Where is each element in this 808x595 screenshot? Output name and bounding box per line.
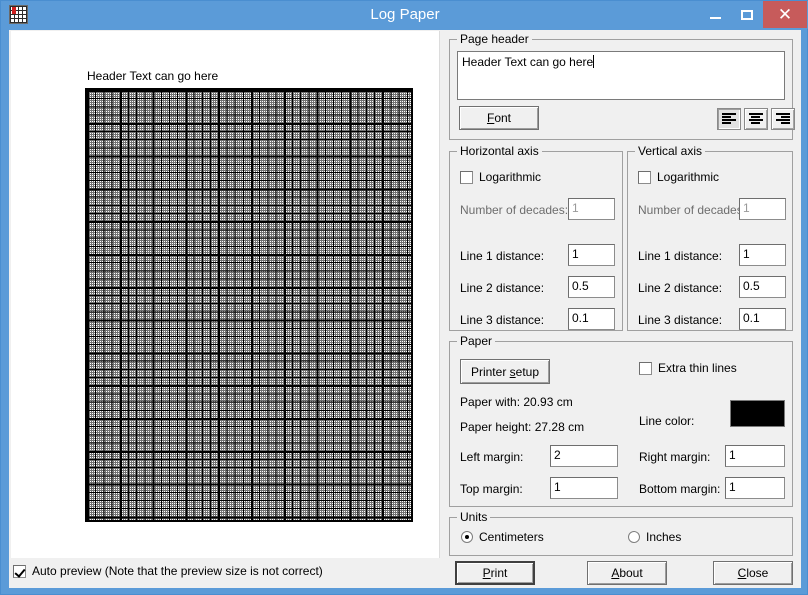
vertical-line3-label: Line 3 distance: bbox=[638, 313, 723, 327]
align-left-button[interactable] bbox=[717, 108, 741, 130]
horizontal-decades-label: Number of decades: bbox=[460, 203, 569, 217]
auto-preview-checkbox[interactable] bbox=[13, 564, 26, 578]
horizontal-decades-input[interactable]: 1 bbox=[568, 198, 615, 220]
minimize-button[interactable] bbox=[701, 1, 730, 28]
horizontal-line1-input[interactable]: 1 bbox=[568, 244, 615, 266]
print-accel: P bbox=[482, 566, 491, 580]
printer-setup-button[interactable]: Printer setup bbox=[460, 359, 550, 384]
page-header-text-value: Header Text can go here bbox=[462, 55, 594, 69]
inches-radio[interactable] bbox=[628, 531, 640, 543]
horizontal-logarithmic-row[interactable]: Logarithmic bbox=[460, 170, 541, 184]
bottom-margin-label: Bottom margin: bbox=[639, 482, 721, 496]
horizontal-axis-legend: Horizontal axis bbox=[457, 144, 542, 158]
right-margin-label: Right margin: bbox=[639, 450, 711, 464]
close-icon: ✕ bbox=[777, 5, 793, 24]
page-header-group: Page header Header Text can go here Font bbox=[449, 32, 795, 140]
left-margin-label: Left margin: bbox=[460, 450, 524, 464]
align-right-button[interactable] bbox=[771, 108, 795, 130]
paper-height-text: Paper height: 27.28 cm bbox=[460, 420, 585, 434]
align-center-button[interactable] bbox=[744, 108, 768, 130]
vertical-logarithmic-label: Logarithmic bbox=[657, 170, 720, 184]
close-button[interactable]: Close bbox=[713, 561, 793, 585]
right-margin-input[interactable]: 1 bbox=[725, 445, 785, 467]
vertical-line3-input[interactable]: 0.1 bbox=[739, 308, 786, 330]
grid-paper-preview bbox=[85, 88, 413, 522]
vertical-decades-input[interactable]: 1 bbox=[739, 198, 786, 220]
about-button[interactable]: About bbox=[587, 561, 667, 585]
units-legend: Units bbox=[457, 510, 491, 524]
print-rest: rint bbox=[490, 566, 508, 580]
minimize-icon bbox=[710, 16, 721, 19]
line-color-label: Line color: bbox=[639, 414, 695, 428]
horizontal-line3-input[interactable]: 0.1 bbox=[568, 308, 615, 330]
centimeters-radio[interactable] bbox=[461, 531, 473, 543]
align-right-icon bbox=[776, 113, 790, 125]
top-margin-label: Top margin: bbox=[460, 482, 523, 496]
preview-pane: Header Text can go here bbox=[11, 31, 440, 558]
horizontal-logarithmic-checkbox[interactable] bbox=[460, 170, 473, 184]
page-header-legend: Page header bbox=[457, 32, 532, 46]
maximize-button[interactable] bbox=[732, 1, 761, 28]
font-button[interactable]: Font bbox=[459, 106, 539, 130]
title-bar: Log Paper ✕ bbox=[1, 1, 808, 29]
horizontal-line1-label: Line 1 distance: bbox=[460, 249, 545, 263]
page-header-textarea[interactable]: Header Text can go here bbox=[457, 51, 785, 100]
printer-setup-pre: Printer bbox=[470, 364, 510, 379]
align-left-icon bbox=[722, 113, 736, 125]
line-color-swatch[interactable] bbox=[730, 400, 785, 427]
bottom-margin-input[interactable]: 1 bbox=[725, 477, 785, 499]
vertical-line2-label: Line 2 distance: bbox=[638, 281, 723, 295]
log-paper-window: Log Paper ✕ Header Text can go here Auto… bbox=[0, 0, 808, 595]
extra-thin-lines-row[interactable]: Extra thin lines bbox=[639, 361, 737, 375]
horizontal-line2-input[interactable]: 0.5 bbox=[568, 276, 615, 298]
print-button[interactable]: Print bbox=[455, 561, 535, 585]
top-margin-input[interactable]: 1 bbox=[550, 477, 618, 499]
vertical-line1-label: Line 1 distance: bbox=[638, 249, 723, 263]
centimeters-label: Centimeters bbox=[479, 530, 544, 544]
vertical-logarithmic-checkbox[interactable] bbox=[638, 170, 651, 184]
extra-thin-lines-label: Extra thin lines bbox=[658, 361, 737, 375]
maximize-icon bbox=[740, 9, 753, 20]
paper-width-text: Paper with: 20.93 cm bbox=[460, 395, 573, 409]
horizontal-line2-label: Line 2 distance: bbox=[460, 281, 545, 295]
units-group: Units Centimeters Inches bbox=[449, 510, 793, 556]
horizontal-logarithmic-label: Logarithmic bbox=[479, 170, 542, 184]
horizontal-line3-label: Line 3 distance: bbox=[460, 313, 545, 327]
printer-setup-rest: etup bbox=[515, 364, 540, 379]
close-rest: lose bbox=[746, 566, 769, 580]
close-window-button[interactable]: ✕ bbox=[763, 1, 807, 28]
vertical-decades-label: Number of decades: bbox=[638, 203, 747, 217]
client-area: Header Text can go here Auto preview (No… bbox=[9, 30, 801, 588]
font-button-rest: ont bbox=[494, 111, 512, 125]
auto-preview-label: Auto preview (Note that the preview size… bbox=[32, 564, 323, 578]
inches-label: Inches bbox=[646, 530, 682, 544]
window-title: Log Paper bbox=[370, 6, 440, 23]
vertical-line2-input[interactable]: 0.5 bbox=[739, 276, 786, 298]
vertical-logarithmic-row[interactable]: Logarithmic bbox=[638, 170, 719, 184]
text-caret bbox=[593, 55, 595, 68]
grid-major-lines bbox=[87, 90, 411, 520]
vertical-axis-group: Vertical axis Logarithmic Number of deca… bbox=[627, 144, 793, 331]
paper-group: Paper Printer setup Paper with: 20.93 cm… bbox=[449, 334, 793, 507]
horizontal-axis-group: Horizontal axis Logarithmic Number of de… bbox=[449, 144, 623, 331]
align-center-icon bbox=[749, 113, 763, 125]
vertical-line1-input[interactable]: 1 bbox=[739, 244, 786, 266]
preview-header-text: Header Text can go here bbox=[87, 69, 219, 83]
extra-thin-lines-checkbox[interactable] bbox=[639, 361, 652, 375]
left-margin-input[interactable]: 2 bbox=[550, 445, 618, 467]
auto-preview-row[interactable]: Auto preview (Note that the preview size… bbox=[13, 564, 323, 578]
vertical-axis-legend: Vertical axis bbox=[635, 144, 706, 158]
units-centimeters-row[interactable]: Centimeters bbox=[461, 530, 544, 544]
paper-legend: Paper bbox=[457, 334, 496, 348]
units-inches-row[interactable]: Inches bbox=[628, 530, 681, 544]
about-rest: bout bbox=[619, 566, 643, 580]
